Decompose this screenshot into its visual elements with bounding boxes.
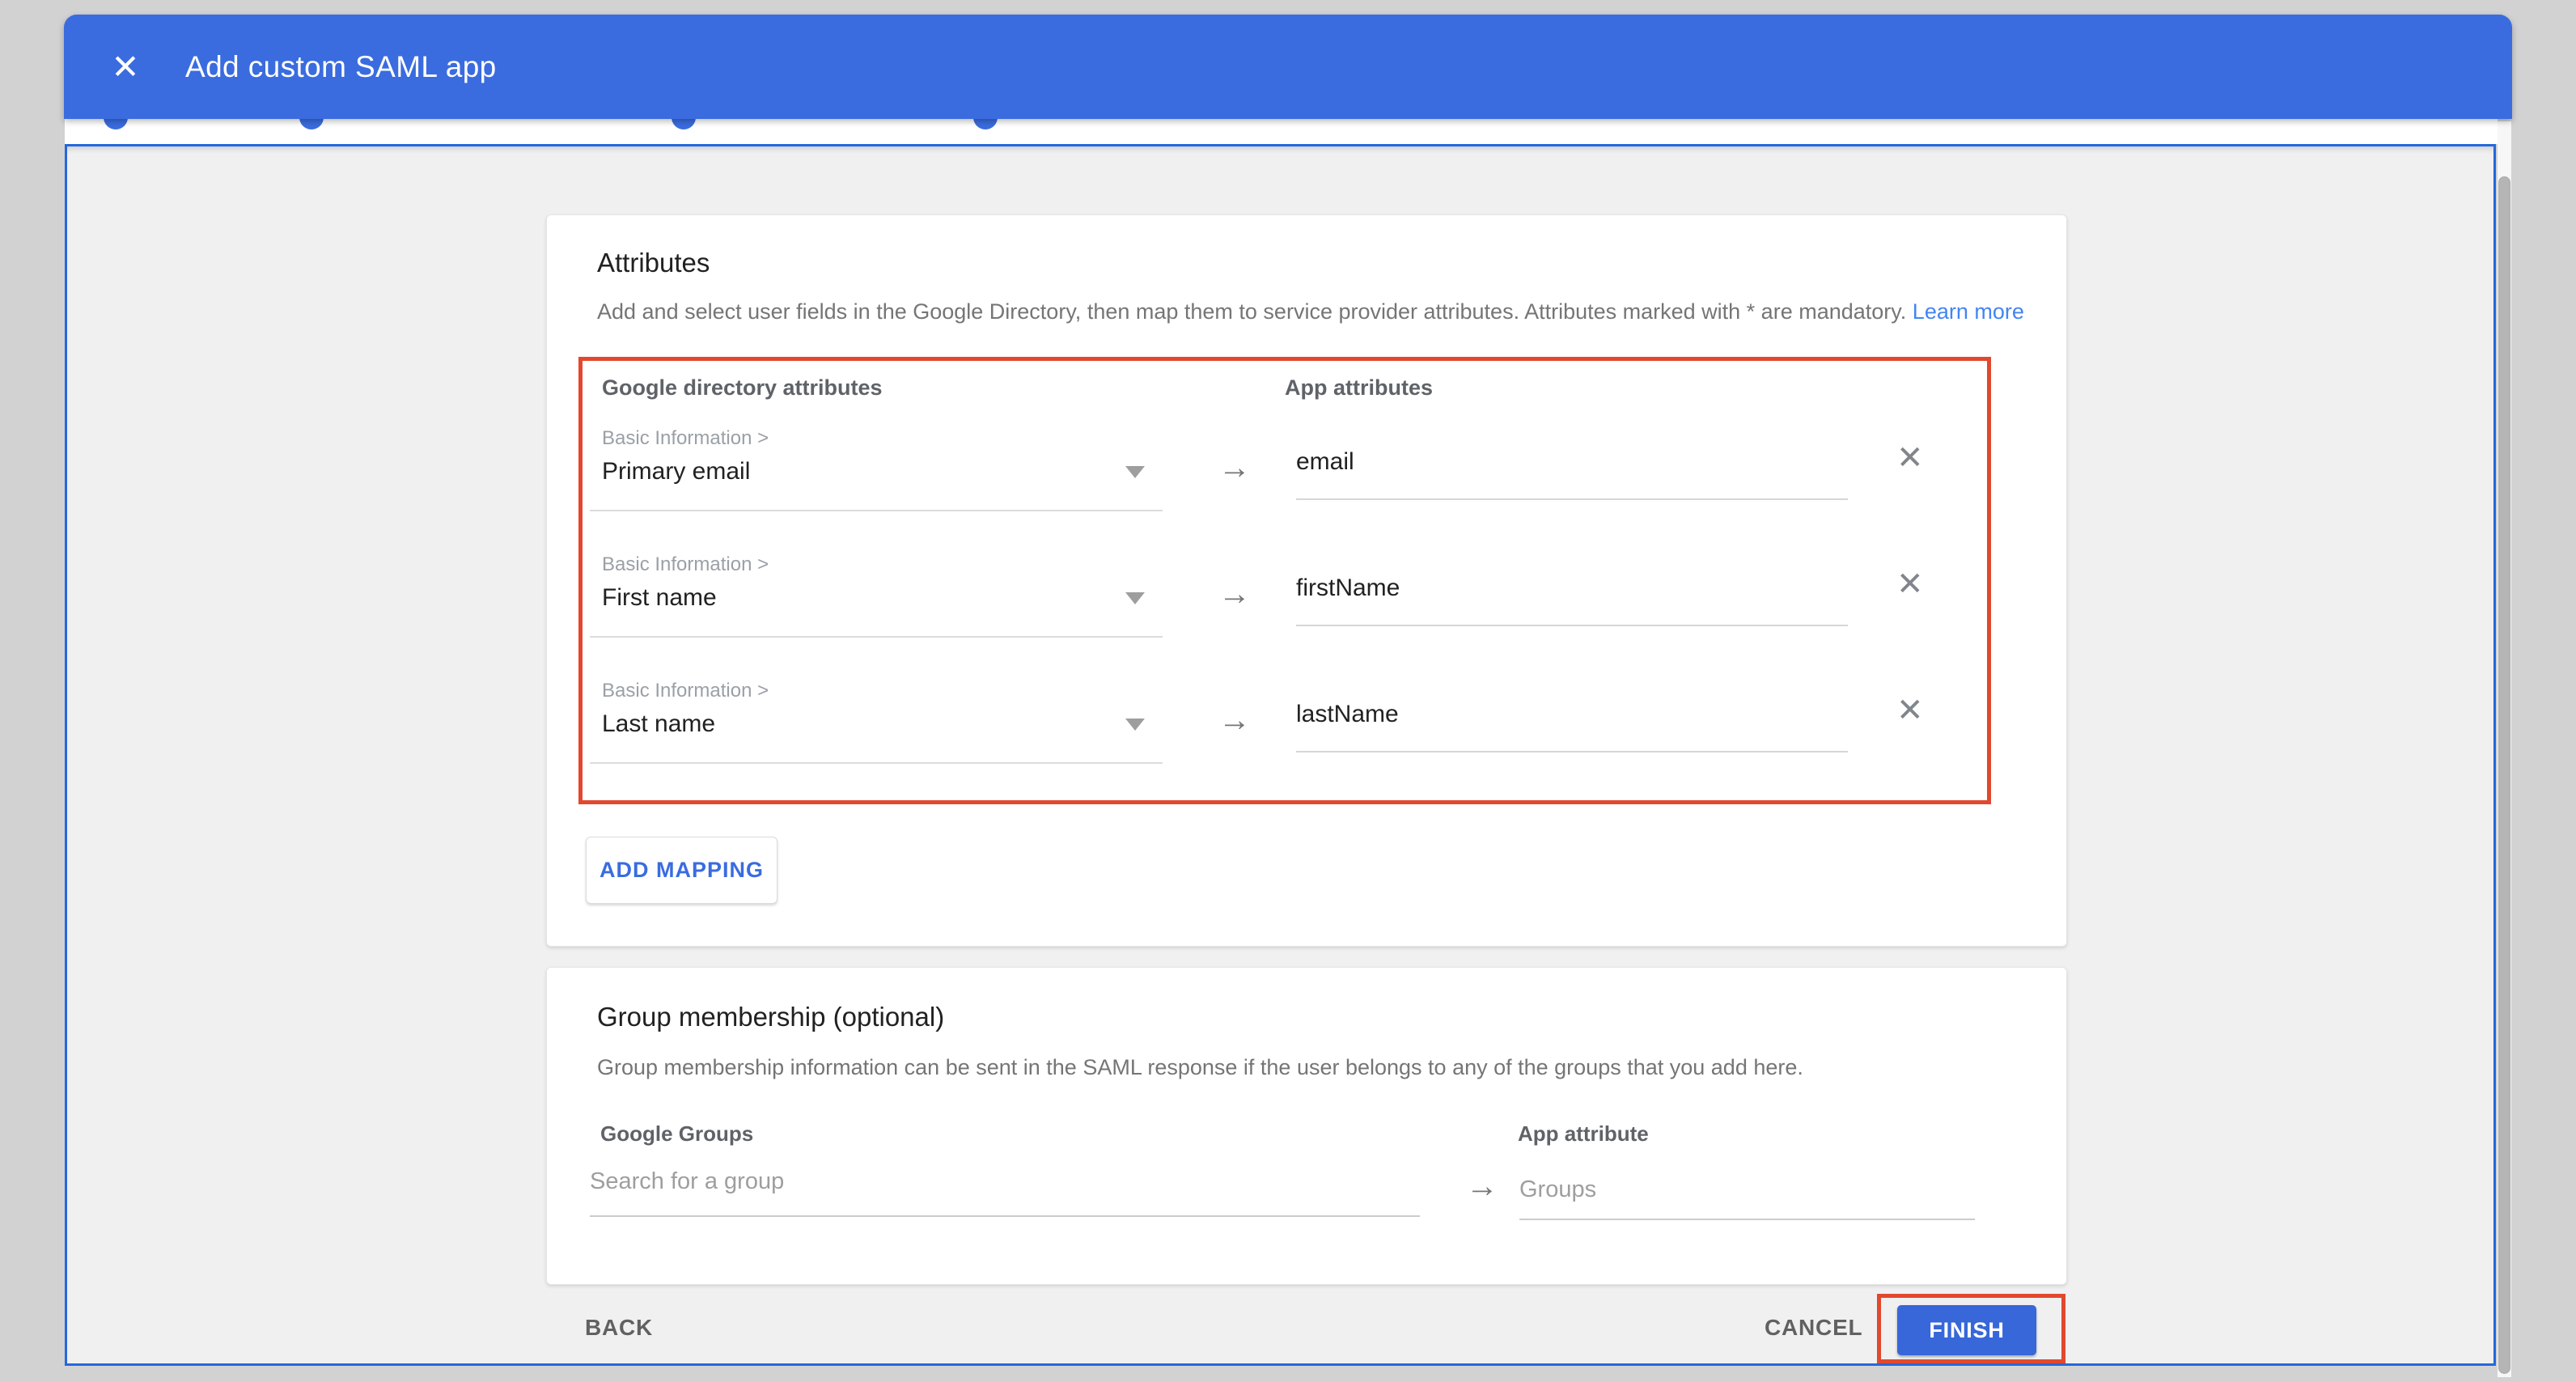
app-attribute-input[interactable] bbox=[1296, 448, 1830, 476]
stepper-strip bbox=[65, 119, 2498, 144]
google-groups-label: Google Groups bbox=[600, 1121, 753, 1147]
dropdown-caret-icon bbox=[1125, 719, 1145, 731]
dropdown-caret-icon bbox=[1125, 592, 1145, 604]
app-attribute-input[interactable] bbox=[1296, 574, 1830, 602]
app-attribute-label: App attribute bbox=[1518, 1121, 1649, 1147]
group-search-underline bbox=[590, 1215, 1420, 1217]
close-icon[interactable]: ✕ bbox=[101, 50, 150, 84]
learn-more-link[interactable]: Learn more bbox=[1913, 299, 2024, 324]
group-card-description: Group membership information can be sent… bbox=[597, 1055, 1803, 1080]
directory-category-label: Basic Information > bbox=[602, 680, 769, 702]
directory-attribute-select[interactable]: Last name bbox=[590, 701, 1163, 761]
finish-button[interactable]: FINISH bbox=[1897, 1305, 2036, 1355]
attributes-card: Attributes Add and select user fields in… bbox=[546, 214, 2067, 947]
arrow-right-icon: → bbox=[1218, 702, 1251, 739]
mapping-row: Basic Information > Last name → ✕ bbox=[547, 680, 2068, 806]
dialog-header: ✕ Add custom SAML app bbox=[64, 15, 2512, 119]
group-app-attribute-underline bbox=[1519, 1219, 1975, 1220]
dialog-body: Attributes Add and select user fields in… bbox=[65, 144, 2496, 1366]
directory-attribute-value: First name bbox=[602, 584, 717, 612]
group-card-title: Group membership (optional) bbox=[597, 1002, 944, 1032]
group-app-attribute-input[interactable] bbox=[1519, 1176, 1972, 1203]
app-attribute-input[interactable] bbox=[1296, 701, 1830, 728]
mapping-row: Basic Information > Primary email → ✕ bbox=[547, 427, 2068, 553]
add-mapping-button[interactable]: ADD MAPPING bbox=[586, 837, 777, 904]
directory-attribute-select[interactable]: First name bbox=[590, 574, 1163, 634]
directory-attribute-value: Primary email bbox=[602, 458, 750, 485]
attributes-card-title: Attributes bbox=[597, 248, 710, 278]
scrollbar[interactable] bbox=[2498, 121, 2511, 1377]
input-underline bbox=[1296, 625, 1848, 626]
screen: ✕ Add custom SAML app Attributes Add and… bbox=[0, 0, 2576, 1382]
attributes-card-description: Add and select user fields in the Google… bbox=[597, 299, 2024, 324]
directory-category-label: Basic Information > bbox=[602, 553, 769, 576]
mapping-row: Basic Information > First name → ✕ bbox=[547, 553, 2068, 680]
select-underline bbox=[590, 762, 1163, 764]
remove-mapping-icon[interactable]: ✕ bbox=[1896, 694, 1924, 727]
dropdown-caret-icon bbox=[1125, 466, 1145, 478]
directory-attribute-value: Last name bbox=[602, 710, 715, 738]
scrollbar-thumb[interactable] bbox=[2498, 176, 2510, 1374]
select-underline bbox=[590, 510, 1163, 511]
directory-attributes-column-header: Google directory attributes bbox=[602, 375, 883, 401]
stepper-dot bbox=[672, 119, 696, 129]
arrow-right-icon: → bbox=[1466, 1168, 1498, 1205]
input-underline bbox=[1296, 498, 1848, 500]
arrow-right-icon: → bbox=[1218, 450, 1251, 486]
back-button[interactable]: BACK bbox=[585, 1315, 653, 1341]
attributes-description-text: Add and select user fields in the Google… bbox=[597, 299, 1906, 324]
group-search-input[interactable] bbox=[590, 1168, 1415, 1195]
cancel-button[interactable]: CANCEL bbox=[1765, 1315, 1862, 1341]
dialog-title: Add custom SAML app bbox=[185, 50, 497, 84]
stepper-dot bbox=[299, 119, 324, 129]
arrow-right-icon: → bbox=[1218, 576, 1251, 613]
select-underline bbox=[590, 636, 1163, 638]
directory-category-label: Basic Information > bbox=[602, 427, 769, 450]
group-membership-card: Group membership (optional) Group member… bbox=[546, 967, 2067, 1285]
directory-attribute-select[interactable]: Primary email bbox=[590, 448, 1163, 508]
stepper-dot bbox=[973, 119, 998, 129]
remove-mapping-icon[interactable]: ✕ bbox=[1896, 568, 1924, 600]
remove-mapping-icon[interactable]: ✕ bbox=[1896, 442, 1924, 474]
app-attributes-column-header: App attributes bbox=[1285, 375, 1433, 401]
input-underline bbox=[1296, 751, 1848, 752]
stepper-dot bbox=[104, 119, 128, 129]
